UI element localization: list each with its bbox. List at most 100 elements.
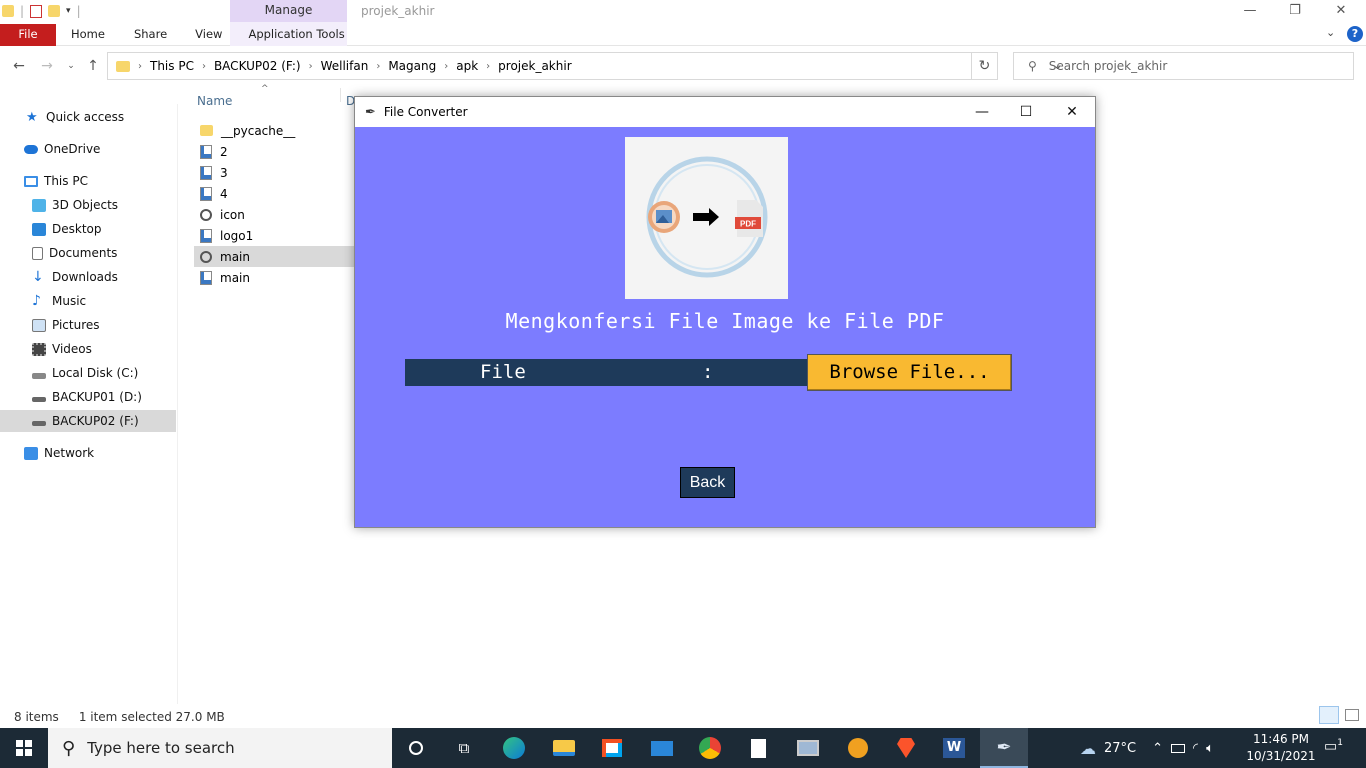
chevron-right-icon: › xyxy=(138,60,142,72)
dialog-minimize-button[interactable]: — xyxy=(959,97,1005,127)
tab-file[interactable]: File xyxy=(0,24,56,46)
sidebar-item-documents[interactable]: Documents xyxy=(0,242,176,264)
help-icon[interactable]: ? xyxy=(1347,26,1363,42)
quick-access-toolbar: | ▾ | xyxy=(0,0,81,22)
tab-application-tools[interactable]: Application Tools xyxy=(236,24,356,46)
list-item[interactable]: main xyxy=(194,246,354,267)
sidebar-item-backup02[interactable]: BACKUP02 (F:) xyxy=(0,410,176,432)
minimize-button[interactable]: — xyxy=(1227,0,1273,22)
sidebar-item-downloads[interactable]: ↓ Downloads xyxy=(0,266,176,288)
tab-home[interactable]: Home xyxy=(56,24,120,46)
search-placeholder: Search projek_akhir xyxy=(1048,59,1168,73)
address-bar[interactable]: › This PC › BACKUP02 (F:) › Wellifan › M… xyxy=(107,52,1062,80)
close-button[interactable]: ✕ xyxy=(1318,0,1364,22)
large-icons-view-icon[interactable] xyxy=(1345,709,1359,721)
back-button[interactable]: Back xyxy=(680,467,735,498)
sidebar-item-quick-access[interactable]: ★ Quick access xyxy=(0,106,176,128)
file-explorer-icon[interactable] xyxy=(540,728,588,768)
start-button[interactable] xyxy=(0,728,48,768)
document-icon[interactable] xyxy=(734,728,782,768)
sidebar-item-label: Music xyxy=(52,294,87,308)
breadcrumb-this-pc[interactable]: This PC xyxy=(150,59,194,73)
dialog-close-button[interactable]: ✕ xyxy=(1049,97,1095,127)
recent-locations-icon[interactable]: ⌄ xyxy=(62,61,80,71)
sidebar-item-3d-objects[interactable]: 3D Objects xyxy=(0,194,176,216)
microsoft-store-icon[interactable] xyxy=(588,728,636,768)
edge-icon[interactable] xyxy=(490,728,538,768)
details-view-icon[interactable] xyxy=(1319,706,1339,724)
word-icon[interactable]: W xyxy=(930,728,978,768)
list-item[interactable]: 4 xyxy=(194,183,354,204)
chevron-up-icon[interactable]: ⌃ xyxy=(1152,741,1163,756)
forward-arrow-icon[interactable]: → xyxy=(38,58,56,74)
list-item[interactable]: 2 xyxy=(194,141,354,162)
taskbar-search-input[interactable]: ⚲ Type here to search xyxy=(48,728,392,768)
up-arrow-icon[interactable]: ↑ xyxy=(84,58,102,74)
breadcrumb-backup02[interactable]: BACKUP02 (F:) xyxy=(214,59,301,73)
breadcrumb-wellifan[interactable]: Wellifan xyxy=(321,59,369,73)
sidebar-item-label: BACKUP02 (F:) xyxy=(52,414,139,428)
list-item[interactable]: main xyxy=(194,267,354,288)
list-item[interactable]: logo1 xyxy=(194,225,354,246)
back-arrow-icon[interactable]: ← xyxy=(10,58,28,74)
computer-icon xyxy=(24,175,38,187)
restore-button[interactable]: ❐ xyxy=(1272,0,1318,22)
image-file-icon xyxy=(200,144,212,159)
sidebar-item-videos[interactable]: Videos xyxy=(0,338,176,360)
properties-icon[interactable] xyxy=(30,4,43,18)
view-toggle xyxy=(1319,706,1359,724)
volume-icon[interactable]: 🔈︎ xyxy=(1206,741,1214,756)
sort-ascending-icon: ^ xyxy=(261,84,269,94)
breadcrumb-projek-akhir[interactable]: projek_akhir xyxy=(498,59,571,73)
sidebar-item-desktop[interactable]: Desktop xyxy=(0,218,176,240)
list-item[interactable]: __pycache__ xyxy=(194,120,354,141)
remote-desktop-icon[interactable] xyxy=(784,728,832,768)
windows-icon xyxy=(16,740,32,756)
dialog-maximize-button[interactable]: ☐ xyxy=(1003,97,1049,127)
breadcrumb-apk[interactable]: apk xyxy=(456,59,478,73)
breadcrumb-magang[interactable]: Magang xyxy=(388,59,436,73)
cortana-icon[interactable] xyxy=(392,728,440,768)
search-input[interactable]: ⚲ Search projek_akhir xyxy=(1013,52,1354,80)
browse-file-button[interactable]: Browse File... xyxy=(807,354,1012,391)
dialog-title-bar[interactable]: ✒ File Converter — ☐ ✕ xyxy=(355,97,1095,127)
navigation-pane: ★ Quick access OneDrive This PC 3D Object… xyxy=(0,104,178,704)
cloud-icon xyxy=(24,144,38,154)
wifi-icon[interactable]: ◜ xyxy=(1193,741,1198,756)
temperature[interactable]: 27°C xyxy=(1104,741,1136,756)
expand-ribbon-icon[interactable]: ⌄ xyxy=(1326,26,1335,39)
sidebar-item-local-disk-c[interactable]: Local Disk (C:) xyxy=(0,362,176,384)
column-divider[interactable] xyxy=(340,88,341,102)
task-view-icon[interactable]: ⧉ xyxy=(440,728,488,768)
python-icon xyxy=(200,208,212,221)
vpn-shield-icon[interactable] xyxy=(834,728,882,768)
tab-share[interactable]: Share xyxy=(120,24,181,46)
tab-manage[interactable]: Manage xyxy=(230,0,347,22)
customize-qat-icon[interactable]: ▾ xyxy=(66,6,71,16)
sidebar-item-this-pc[interactable]: This PC xyxy=(0,170,176,192)
chrome-icon[interactable] xyxy=(686,728,734,768)
sidebar-item-backup01[interactable]: BACKUP01 (D:) xyxy=(0,386,176,408)
notification-icon[interactable]: ▭1 xyxy=(1324,738,1343,755)
brave-icon[interactable] xyxy=(882,728,930,768)
list-item[interactable]: 3 xyxy=(194,162,354,183)
python-tk-app-icon[interactable]: ✒ xyxy=(980,728,1028,768)
list-item[interactable]: icon xyxy=(194,204,354,225)
sidebar-item-onedrive[interactable]: OneDrive xyxy=(0,138,176,160)
file-name: logo1 xyxy=(220,228,254,243)
weather-icon[interactable]: ☁ xyxy=(1080,739,1096,758)
mail-icon[interactable] xyxy=(638,728,686,768)
sidebar-item-network[interactable]: Network xyxy=(0,442,176,464)
sidebar-item-music[interactable]: ♪ Music xyxy=(0,290,176,312)
new-folder-icon[interactable] xyxy=(48,5,61,17)
star-icon: ★ xyxy=(26,109,38,125)
tab-view[interactable]: View xyxy=(181,24,236,46)
sidebar-item-pictures[interactable]: Pictures xyxy=(0,314,176,336)
taskbar-clock[interactable]: 11:46 PM 10/31/2021 xyxy=(1245,731,1317,765)
column-header-name[interactable]: Name xyxy=(197,94,232,108)
battery-icon[interactable] xyxy=(1171,743,1186,753)
sidebar-item-label: Desktop xyxy=(52,222,102,236)
sidebar-item-label: This PC xyxy=(44,174,88,188)
folder-icon[interactable] xyxy=(2,5,14,17)
refresh-icon[interactable]: ↻ xyxy=(972,52,998,80)
